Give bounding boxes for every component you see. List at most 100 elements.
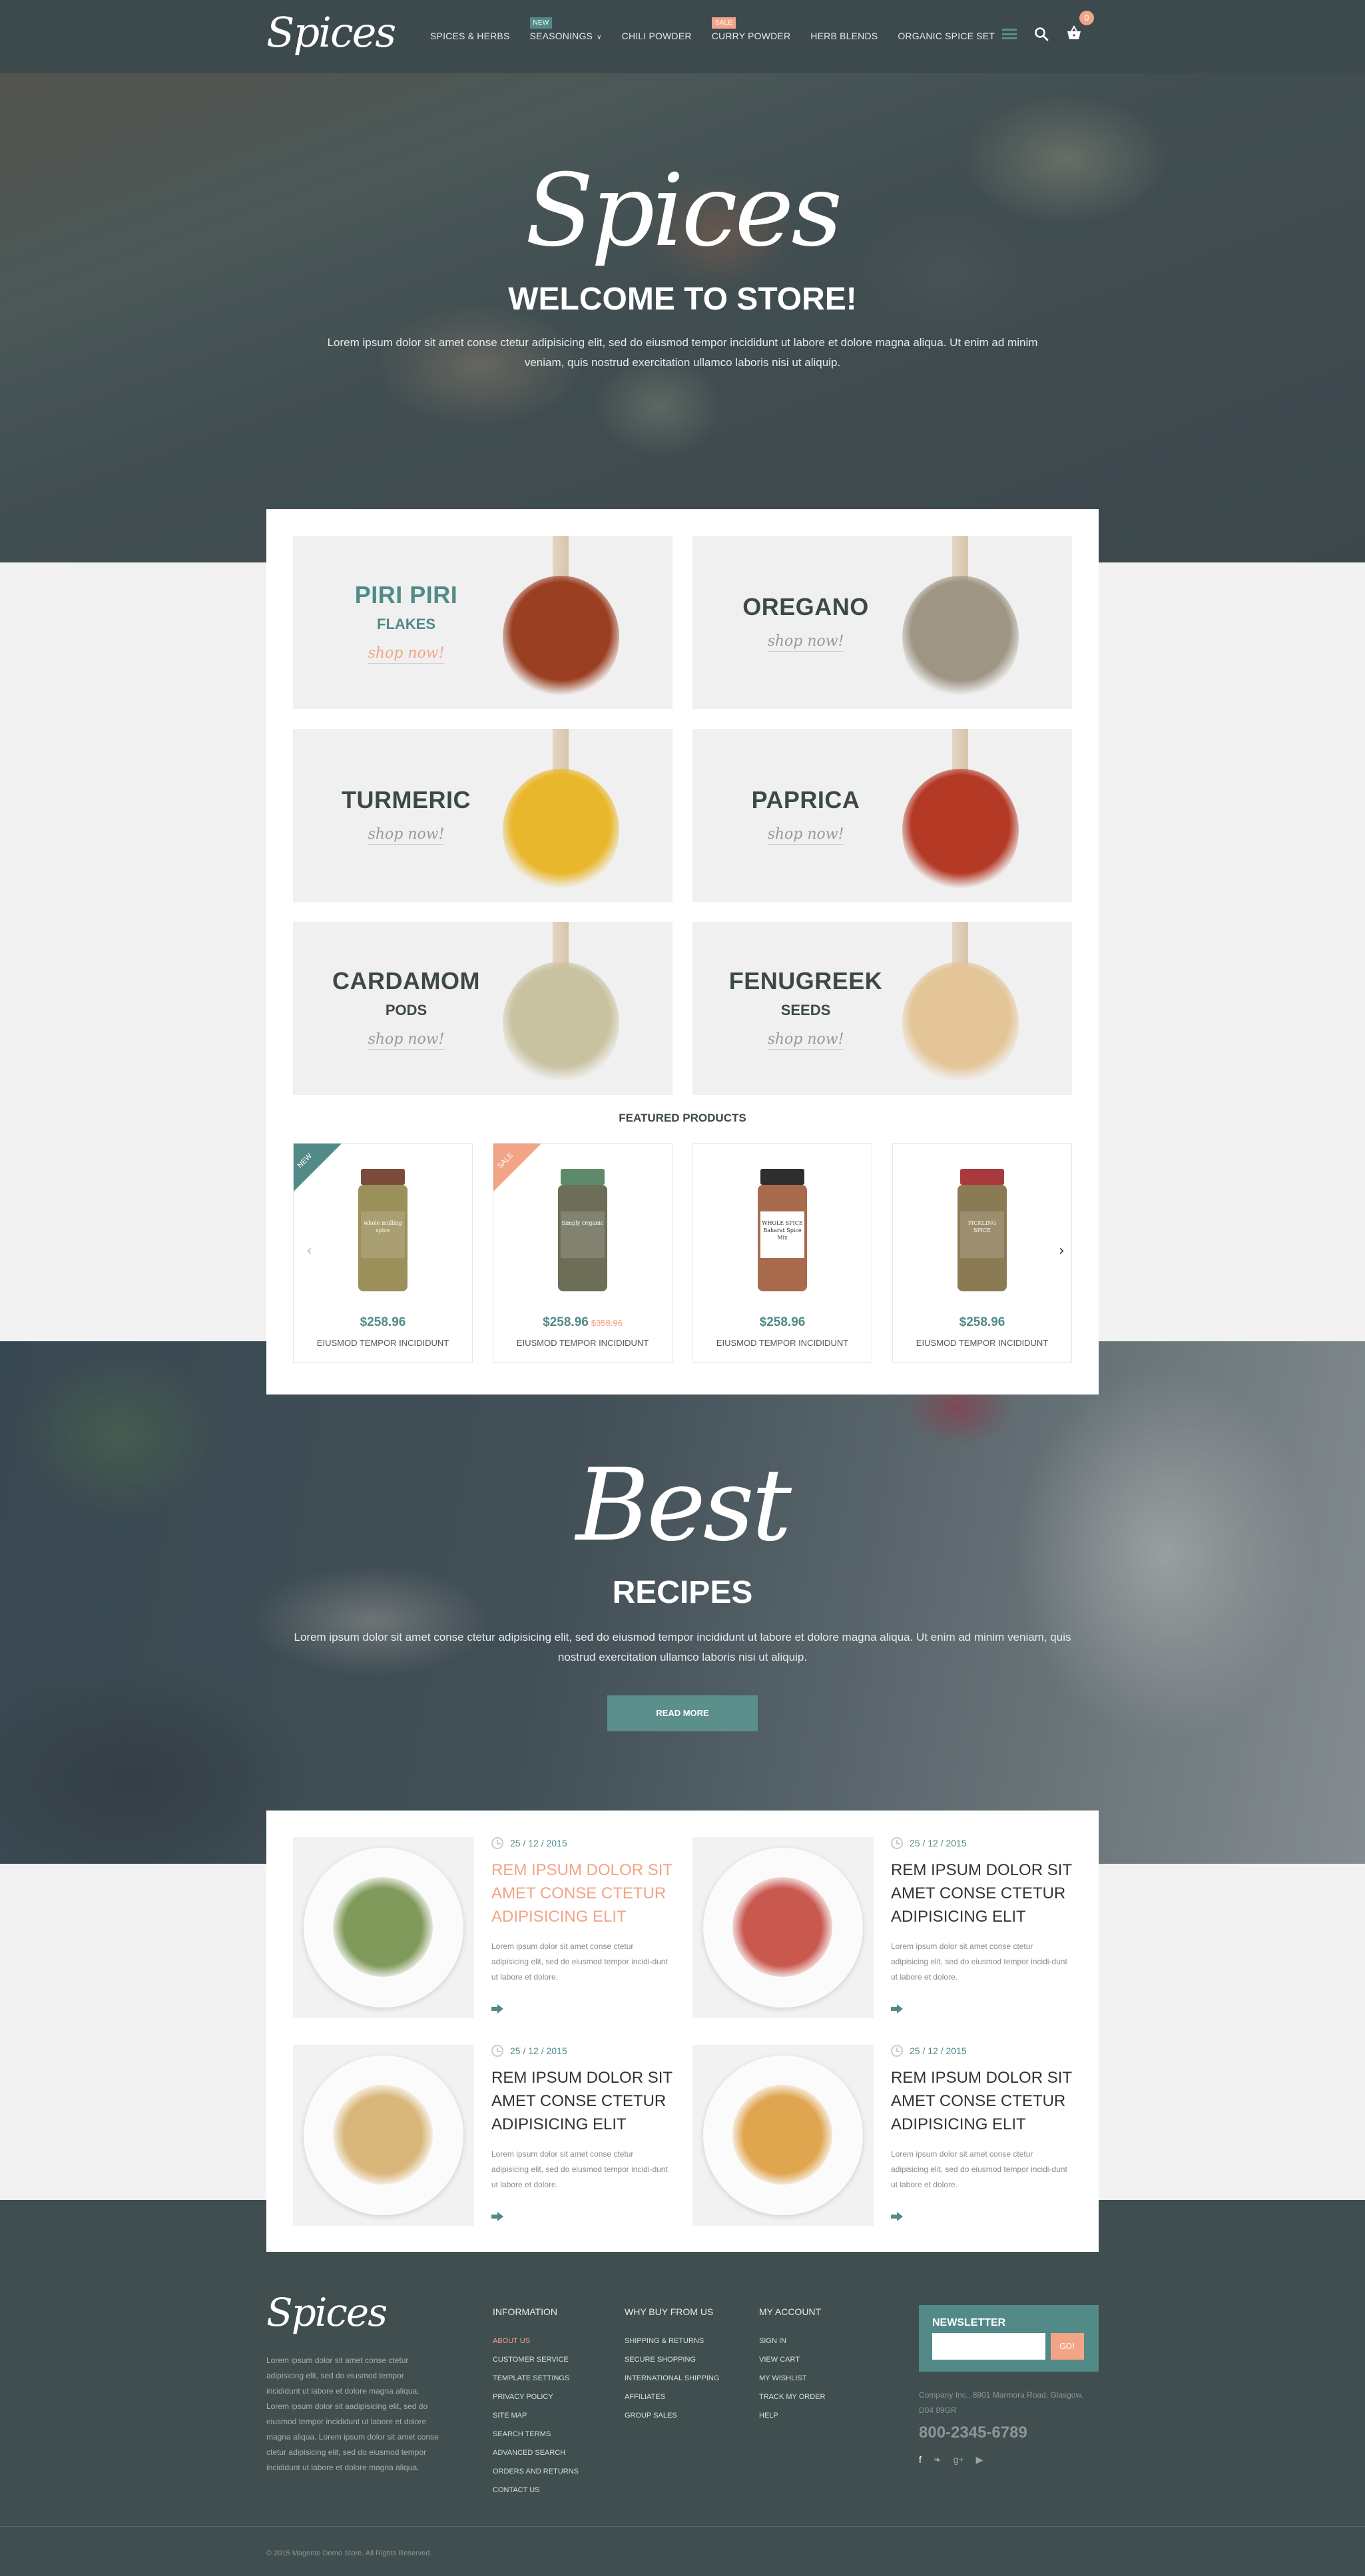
clock-icon xyxy=(491,2045,503,2057)
recipe-title[interactable]: REM IPSUM DOLOR SIT AMET CONSE CTETUR AD… xyxy=(491,2066,673,2136)
read-more-button[interactable]: READ MORE xyxy=(607,1695,758,1731)
social-links: f ❧ g+ ▶ xyxy=(919,2454,983,2466)
category-card-piri-piri[interactable]: PIRI PIRI FLAKES shop now! xyxy=(293,536,673,709)
jar-body: PICKLING SPICE xyxy=(957,1185,1007,1291)
facebook-icon[interactable]: f xyxy=(919,2454,922,2466)
twitter-icon[interactable]: ❧ xyxy=(934,2454,942,2466)
food-image xyxy=(732,1877,832,1977)
nav-item-chili-powder[interactable]: CHILI POWDER xyxy=(622,31,692,41)
hero-banner: Spices WELCOME TO STORE! Lorem ipsum dol… xyxy=(0,73,1365,562)
footer-link-search-terms[interactable]: SEARCH TERMS xyxy=(493,2425,579,2444)
recipe-excerpt: Lorem ipsum dolor sit amet conse ctetur … xyxy=(891,1942,1067,1982)
recipes-title: RECIPES xyxy=(612,1575,753,1610)
footer-link-shipping-returns[interactable]: SHIPPING & RETURNS xyxy=(625,2332,719,2350)
category-card-cardamom[interactable]: CARDAMOM PODS shop now! xyxy=(293,922,673,1095)
shop-now-link[interactable]: shop now! xyxy=(368,645,445,664)
footer-logo[interactable]: Spices xyxy=(266,2290,388,2335)
food-image xyxy=(333,2085,433,2185)
recipe-image[interactable] xyxy=(293,1837,474,2018)
current-price: $258.96 xyxy=(759,1315,806,1329)
current-price: $258.96 xyxy=(543,1315,589,1329)
arrow-right-icon[interactable] xyxy=(891,2211,903,2221)
footer-link-orders-and-returns[interactable]: ORDERS AND RETURNS xyxy=(493,2462,579,2481)
product-price: $258.96 xyxy=(693,1315,872,1330)
jar-label: whole mulling spice xyxy=(361,1211,405,1258)
recipe-excerpt: Lorem ipsum dolor sit amet conse ctetur … xyxy=(491,2149,668,2189)
recipe-title[interactable]: REM IPSUM DOLOR SIT AMET CONSE CTETUR AD… xyxy=(891,2066,1072,2136)
newsletter-submit-button[interactable]: GO! xyxy=(1051,2333,1084,2360)
copyright: © 2015 Magento Demo Store. All Rights Re… xyxy=(266,2549,432,2557)
category-text: FENUGREEK SEEDS shop now! xyxy=(692,922,919,1095)
google-plus-icon[interactable]: g+ xyxy=(954,2454,964,2466)
footer-link-secure-shopping[interactable]: SECURE SHOPPING xyxy=(625,2350,719,2369)
recipe-body: 25 / 12 / 2015 REM IPSUM DOLOR SIT AMET C… xyxy=(491,2045,673,2193)
category-card-fenugreek[interactable]: FENUGREEK SEEDS shop now! xyxy=(692,922,1072,1095)
logo[interactable]: Spices xyxy=(266,8,396,57)
youtube-icon[interactable]: ▶ xyxy=(976,2454,983,2466)
shop-now-link[interactable]: shop now! xyxy=(767,633,844,652)
footer-link-sign-in[interactable]: SIGN IN xyxy=(759,2332,825,2350)
arrow-right-icon[interactable] xyxy=(491,2004,503,2014)
nav-item-organic-spice-set[interactable]: ORGANIC SPICE SET xyxy=(898,31,995,41)
newsletter-email-input[interactable] xyxy=(932,2333,1045,2360)
footer-link-customer-service[interactable]: CUSTOMER SERVICE xyxy=(493,2350,579,2369)
shop-now-link[interactable]: shop now! xyxy=(368,1031,445,1050)
footer-link-group-sales[interactable]: GROUP SALES xyxy=(625,2406,719,2425)
old-price: $358.96 xyxy=(591,1318,623,1328)
product-name[interactable]: EIUSMOD TEMPOR INCIDIDUNT xyxy=(893,1338,1071,1348)
footer-link-international-shipping[interactable]: INTERNATIONAL SHIPPING xyxy=(625,2369,719,2388)
recipe-image[interactable] xyxy=(692,1837,874,2018)
product-card[interactable]: NEW whole mulling spice $258.96 EIUSMOD TEM… xyxy=(293,1143,473,1363)
product-card[interactable]: WHOLE SPICE Baharat Spice Mix $258.96 EIUS… xyxy=(692,1143,872,1363)
product-name[interactable]: EIUSMOD TEMPOR INCIDIDUNT xyxy=(693,1338,872,1348)
nav-item-seasonings[interactable]: SEASONINGS ∨ NEW xyxy=(529,17,602,41)
recipe-image[interactable] xyxy=(692,2045,874,2226)
footer-link-contact-us[interactable]: CONTACT US xyxy=(493,2481,579,2499)
nav-item-herb-blends[interactable]: HERB BLENDS xyxy=(810,31,878,41)
jar-lid xyxy=(960,1169,1004,1185)
shop-now-link[interactable]: shop now! xyxy=(767,826,844,845)
footer-link-about-us[interactable]: ABOUT US xyxy=(493,2332,579,2350)
footer-link-site-map[interactable]: SITE MAP xyxy=(493,2406,579,2425)
menu-icon[interactable] xyxy=(1002,29,1017,39)
footer-link-my-wishlist[interactable]: MY WISHLIST xyxy=(759,2369,825,2388)
footer-link-view-cart[interactable]: VIEW CART xyxy=(759,2350,825,2369)
category-title: PIRI PIRI xyxy=(354,581,458,608)
nav-label: CHILI POWDER xyxy=(621,31,692,41)
footer-link-privacy-policy[interactable]: PRIVACY POLICY xyxy=(493,2388,579,2406)
cart-button[interactable]: 0 xyxy=(1066,11,1094,43)
footer-link-affiliates[interactable]: AFFILIATES xyxy=(625,2388,719,2406)
product-name[interactable]: EIUSMOD TEMPOR INCIDIDUNT xyxy=(294,1338,472,1348)
search-icon[interactable] xyxy=(1034,27,1049,41)
footer-link-template-settings[interactable]: TEMPLATE SETTINGS xyxy=(493,2369,579,2388)
product-name[interactable]: EIUSMOD TEMPOR INCIDIDUNT xyxy=(493,1338,672,1348)
hero-text: Lorem ipsum dolor sit amet conse ctetur … xyxy=(327,336,1038,369)
arrow-right-icon[interactable] xyxy=(491,2211,503,2221)
company-address: Company Inc., 8901 Marmora Road, Glasgow… xyxy=(919,2390,1083,2415)
recipe-image[interactable] xyxy=(293,2045,474,2226)
featured-products-title: FEATURED PRODUCTS xyxy=(619,1112,746,1124)
category-card-paprica[interactable]: PAPRICA shop now! xyxy=(692,729,1072,902)
spice-image xyxy=(503,769,619,892)
category-card-turmeric[interactable]: TURMERIC shop now! xyxy=(293,729,673,902)
arrow-right-icon[interactable] xyxy=(891,2004,903,2014)
shop-now-link[interactable]: shop now! xyxy=(368,826,445,845)
nav-item-spices-herbs[interactable]: SPICES & HERBS xyxy=(430,31,510,41)
recipe-title[interactable]: REM IPSUM DOLOR SIT AMET CONSE CTETUR AD… xyxy=(491,1858,673,1928)
footer-link-track-my-order[interactable]: TRACK MY ORDER xyxy=(759,2388,825,2406)
shop-now-link[interactable]: shop now! xyxy=(767,1031,844,1050)
recipe-post: 25 / 12 / 2015 REM IPSUM DOLOR SIT AMET C… xyxy=(692,1837,1072,2018)
product-card[interactable]: PICKLING SPICE $258.96 EIUSMOD TEMPOR INCI… xyxy=(892,1143,1072,1363)
product-card[interactable]: SALE Simply Organic $258.96 $358.96 EIUSMOD … xyxy=(493,1143,673,1363)
carousel-next-icon[interactable]: › xyxy=(1059,1243,1065,1259)
carousel-prev-icon[interactable]: ‹ xyxy=(306,1243,312,1259)
chevron-down-icon: ∨ xyxy=(597,34,602,41)
nav-item-curry-powder[interactable]: CURRY POWDER SALE xyxy=(711,17,791,41)
footer-link-advanced-search[interactable]: ADVANCED SEARCH xyxy=(493,2444,579,2462)
footer-about-text: Lorem ipsum dolor sit amet conse ctetur … xyxy=(266,2356,439,2472)
category-grid: PIRI PIRI FLAKES shop now! OREGANO shop now!… xyxy=(293,536,1072,1095)
recipe-title[interactable]: REM IPSUM DOLOR SIT AMET CONSE CTETUR AD… xyxy=(891,1858,1072,1928)
spice-image xyxy=(902,962,1019,1085)
footer-link-help[interactable]: HELP xyxy=(759,2406,825,2425)
category-card-oregano[interactable]: OREGANO shop now! xyxy=(692,536,1072,709)
